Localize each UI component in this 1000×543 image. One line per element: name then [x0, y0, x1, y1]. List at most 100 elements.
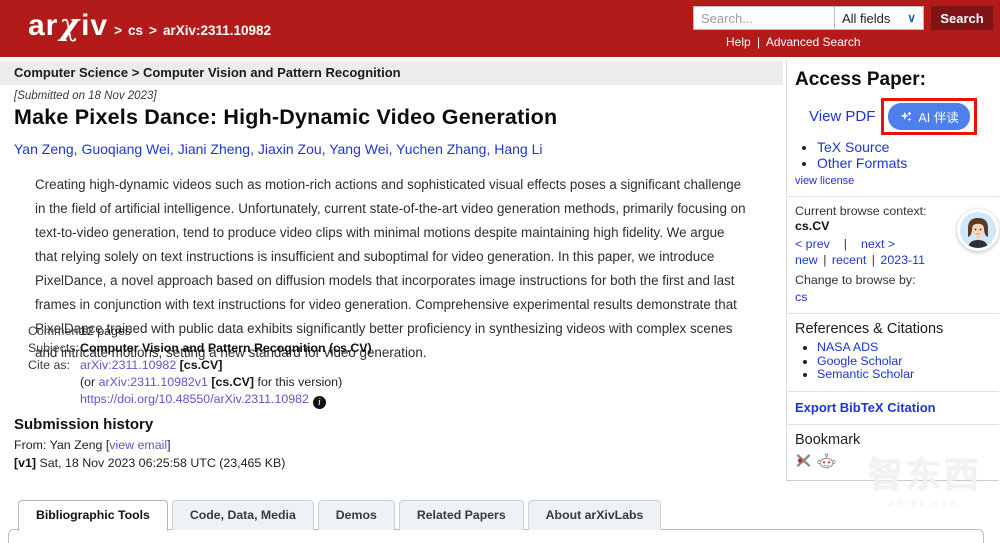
highlight-box: AI 伴读: [881, 98, 977, 135]
change-browse-label: Change to browse by:: [795, 273, 916, 287]
export-bibtex-section: Export BibTeX Citation: [787, 390, 999, 424]
reference-item: Semantic Scholar: [817, 367, 991, 382]
author-link[interactable]: Yan Zeng: [14, 141, 81, 157]
cite-version-row: (or arXiv:2311.10982v1 [cs.CV] for this …: [28, 374, 372, 391]
empty-label: [28, 391, 80, 409]
bookmark-heading: Bookmark: [795, 431, 861, 448]
field-selector[interactable]: All fields ∨: [834, 6, 924, 30]
reddit-icon[interactable]: [817, 452, 836, 469]
ai-companion-button[interactable]: AI 伴读: [888, 103, 970, 130]
cite-version-suffix: for this version): [254, 375, 343, 389]
author-link[interactable]: Guoqiang Wei: [81, 141, 177, 157]
tab-code-data-media[interactable]: Code, Data, Media: [171, 500, 314, 530]
assistant-avatar[interactable]: [957, 209, 999, 251]
author-link[interactable]: Hang Li: [494, 141, 542, 157]
comments-value: 12 pages: [80, 324, 131, 338]
version-line: [v1] Sat, 18 Nov 2023 06:25:58 UTC (23,4…: [14, 456, 285, 470]
reference-item: Google Scholar: [817, 354, 991, 369]
semantic-scholar-link[interactable]: Semantic Scholar: [817, 367, 914, 381]
sidebar: Access Paper: View PDF AI 伴读 TeX Source …: [786, 60, 999, 481]
help-divider: |: [757, 35, 761, 49]
submitter-line: From: Yan Zeng [view email]: [14, 438, 171, 452]
bookmark-section: Bookmark: [787, 423, 999, 480]
advanced-search-link[interactable]: Advanced Search: [766, 35, 861, 49]
format-item: TeX Source: [817, 139, 991, 155]
bibsonomy-icon[interactable]: [795, 452, 812, 469]
cite-category: [cs.CV]: [179, 358, 223, 372]
subjects-value: Computer Vision and Pattern Recognition …: [80, 341, 372, 355]
help-link[interactable]: Help: [726, 35, 751, 49]
avatar-illustration: [960, 212, 996, 248]
arxiv-version-link[interactable]: arXiv:2311.10982v1: [99, 375, 208, 389]
references-heading: References & Citations: [795, 321, 944, 337]
breadcrumb-separator: >: [114, 23, 123, 38]
tab-about-arxivlabs[interactable]: About arXivLabs: [527, 500, 662, 530]
author-link[interactable]: Yang Wei: [329, 141, 396, 157]
submission-history-heading: Submission history: [14, 416, 154, 433]
sparkle-icon: [901, 111, 912, 122]
tab-bibliographic-tools[interactable]: Bibliographic Tools: [18, 500, 168, 531]
view-license-link[interactable]: view license: [795, 175, 854, 187]
logo-text-post: iv: [81, 9, 109, 42]
cite-version-category: [cs.CV]: [211, 375, 255, 389]
doi-row: https://doi.org/10.48550/arXiv.2311.1098…: [28, 391, 372, 409]
month-link[interactable]: 2023-11: [880, 253, 925, 267]
breadcrumb: arχiv > cs > arXiv:2311.10982: [28, 9, 271, 43]
breadcrumb-arxiv-id: arXiv:2311.10982: [162, 23, 272, 38]
recent-link[interactable]: recent: [832, 253, 866, 267]
other-formats-link[interactable]: Other Formats: [817, 155, 907, 171]
view-pdf-link[interactable]: View PDF: [809, 108, 875, 125]
labs-tab-bar: Bibliographic Tools Code, Data, Media De…: [18, 500, 662, 531]
logo-chi-glyph: χ: [59, 8, 81, 43]
tab-related-papers[interactable]: Related Papers: [398, 500, 524, 530]
tex-source-link[interactable]: TeX Source: [817, 139, 889, 155]
tab-demos[interactable]: Demos: [317, 500, 395, 530]
format-item: Other Formats: [817, 155, 991, 171]
cite-as-row: Cite as: arXiv:2311.10982 [cs.CV]: [28, 357, 372, 374]
field-selector-value: All fields: [842, 10, 891, 26]
version-details: Sat, 18 Nov 2023 06:25:58 UTC (23,465 KB…: [36, 456, 286, 470]
arxiv-abstract-page: arχiv > cs > arXiv:2311.10982 All fields…: [0, 0, 1000, 543]
author-link[interactable]: Jiani Zheng: [178, 141, 258, 157]
arxiv-logo[interactable]: arχiv: [28, 9, 108, 43]
access-paper-section: Access Paper: View PDF AI 伴读 TeX Source …: [787, 60, 999, 196]
empty-label: [28, 374, 80, 391]
site-header: arχiv > cs > arXiv:2311.10982 All fields…: [0, 0, 1000, 57]
access-paper-heading: Access Paper:: [795, 69, 926, 90]
arxiv-id-link[interactable]: arXiv:2311.10982: [80, 358, 176, 372]
paper-title: Make Pixels Dance: High-Dynamic Video Ge…: [14, 105, 558, 129]
author-link[interactable]: Yuchen Zhang: [396, 141, 494, 157]
from-text-close: ]: [167, 438, 171, 452]
breadcrumb-cs-link[interactable]: cs: [128, 23, 143, 38]
subject-breadcrumb: Computer Science > Computer Vision and P…: [0, 61, 783, 85]
nasa-ads-link[interactable]: NASA ADS: [817, 340, 878, 354]
from-text: From: Yan Zeng [: [14, 438, 110, 452]
info-icon[interactable]: i: [312, 396, 326, 409]
export-bibtex-link[interactable]: Export BibTeX Citation: [795, 400, 936, 415]
prev-link[interactable]: < prev: [795, 237, 830, 251]
labs-content-panel: [8, 529, 984, 543]
ai-companion-label: AI 伴读: [918, 111, 959, 125]
divider: |: [823, 253, 827, 267]
reference-item: NASA ADS: [817, 340, 991, 355]
doi-link[interactable]: https://doi.org/10.48550/arXiv.2311.1098…: [80, 392, 309, 406]
comments-label: Comments:: [28, 324, 92, 338]
next-link[interactable]: next >: [861, 237, 895, 251]
google-scholar-link[interactable]: Google Scholar: [817, 354, 902, 368]
view-email-link[interactable]: view email: [109, 438, 167, 452]
author-link[interactable]: Jiaxin Zou: [258, 141, 329, 157]
new-link[interactable]: new: [795, 253, 818, 267]
search-input[interactable]: [693, 6, 834, 30]
prev-next-divider: |: [843, 237, 848, 251]
chevron-down-icon: ∨: [907, 11, 916, 25]
cite-as-label: Cite as:: [28, 358, 71, 372]
cite-version-prefix: (or: [80, 375, 99, 389]
breadcrumb-separator: >: [149, 23, 157, 38]
browse-cs-link[interactable]: cs: [795, 290, 807, 304]
search-button[interactable]: Search: [931, 6, 993, 30]
search-area: All fields ∨ Search Help | Advanced Sear…: [693, 6, 993, 49]
subjects-row: Subjects: Computer Vision and Pattern Re…: [28, 340, 372, 357]
watermark-url: zhidx.com: [888, 499, 961, 508]
logo-text-pre: ar: [28, 9, 59, 42]
author-list: Yan ZengGuoqiang WeiJiani ZhengJiaxin Zo…: [14, 141, 543, 157]
